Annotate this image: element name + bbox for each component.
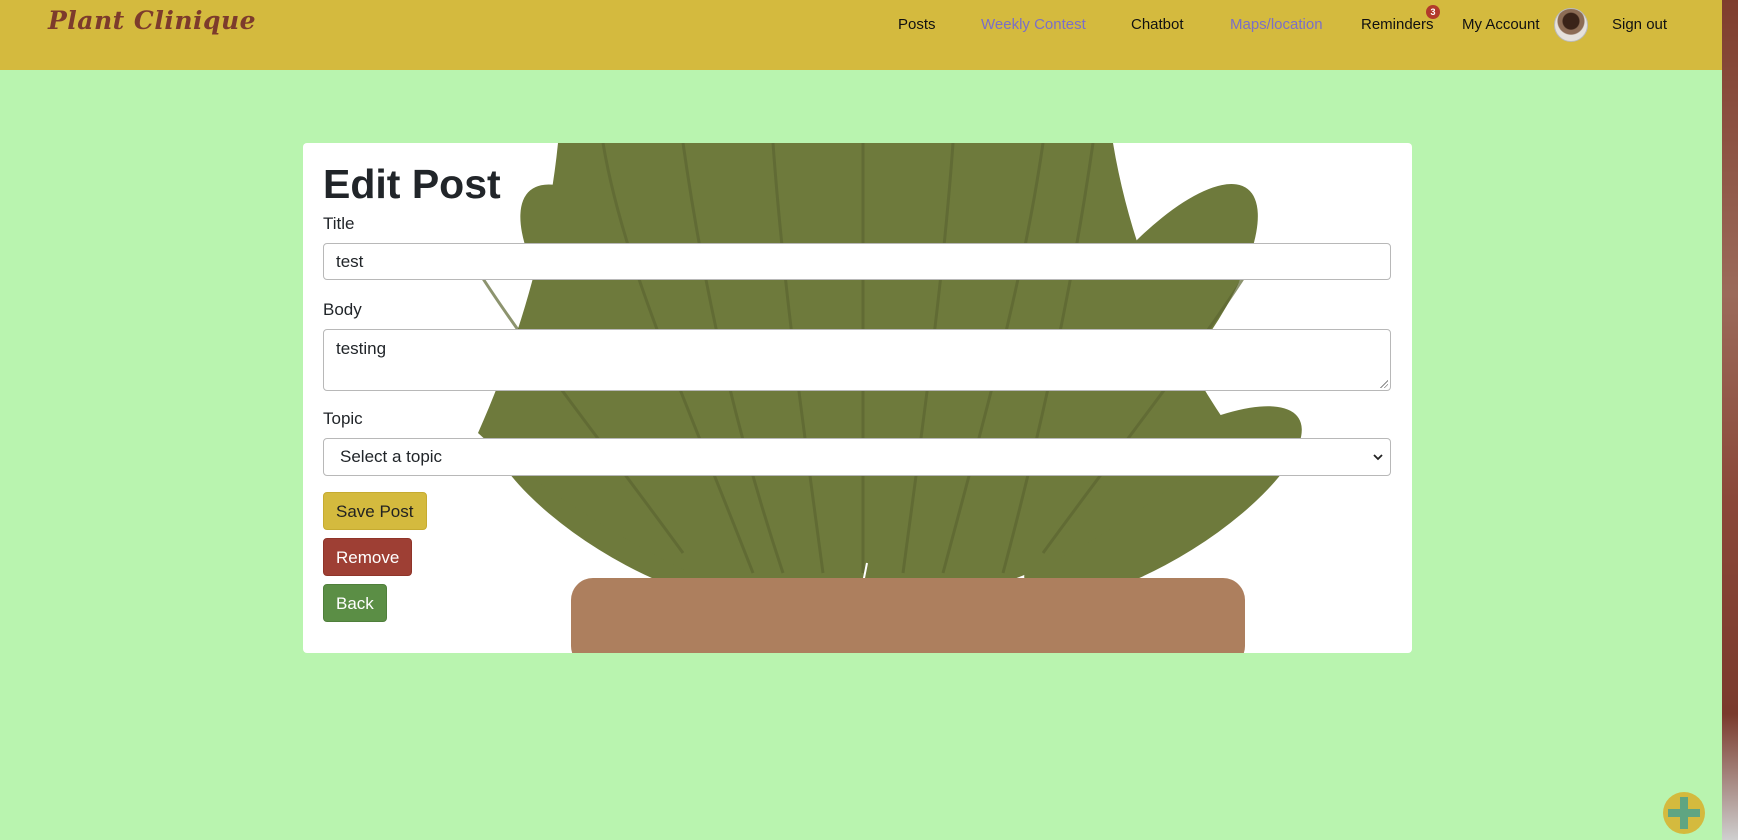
nav-sign-out[interactable]: Sign out (1612, 16, 1667, 33)
topic-label: Topic (323, 409, 363, 429)
topic-selected-value: Select a topic (340, 447, 443, 467)
nav-posts[interactable]: Posts (898, 16, 936, 33)
resize-grip-icon[interactable] (1380, 380, 1388, 389)
edit-post-form: Edit Post Title test Body testing Topic … (323, 161, 1391, 623)
plus-icon (1668, 797, 1700, 829)
body-textarea[interactable]: testing (323, 329, 1391, 392)
back-button[interactable]: Back (323, 584, 387, 623)
edit-post-card: Edit Post Title test Body testing Topic … (303, 143, 1412, 653)
brand-logo[interactable]: Plant Clinique (48, 6, 256, 35)
save-post-button[interactable]: Save Post (323, 492, 427, 531)
page-title: Edit Post (323, 161, 501, 207)
reminders-badge: 3 (1426, 5, 1440, 19)
remove-button[interactable]: Remove (323, 538, 413, 577)
chevron-down-icon (1373, 454, 1383, 461)
body-text: testing (336, 339, 387, 359)
title-input[interactable]: test (323, 243, 1391, 281)
nav-reminders[interactable]: Reminders (1361, 16, 1434, 33)
body-label: Body (323, 300, 362, 320)
nav-weekly-contest[interactable]: Weekly Contest (981, 16, 1086, 33)
nav-chatbot[interactable]: Chatbot (1131, 16, 1184, 33)
topic-select[interactable]: Select a topic (323, 438, 1391, 477)
top-navbar: Plant Clinique Posts Weekly Contest Chat… (0, 0, 1722, 70)
add-fab-button[interactable] (1663, 792, 1705, 834)
title-label: Title (323, 214, 355, 234)
vertical-scrollbar[interactable] (1722, 0, 1738, 840)
nav-my-account[interactable]: My Account (1462, 16, 1540, 33)
avatar[interactable] (1554, 8, 1588, 42)
nav-maps-location[interactable]: Maps/location (1230, 16, 1323, 33)
